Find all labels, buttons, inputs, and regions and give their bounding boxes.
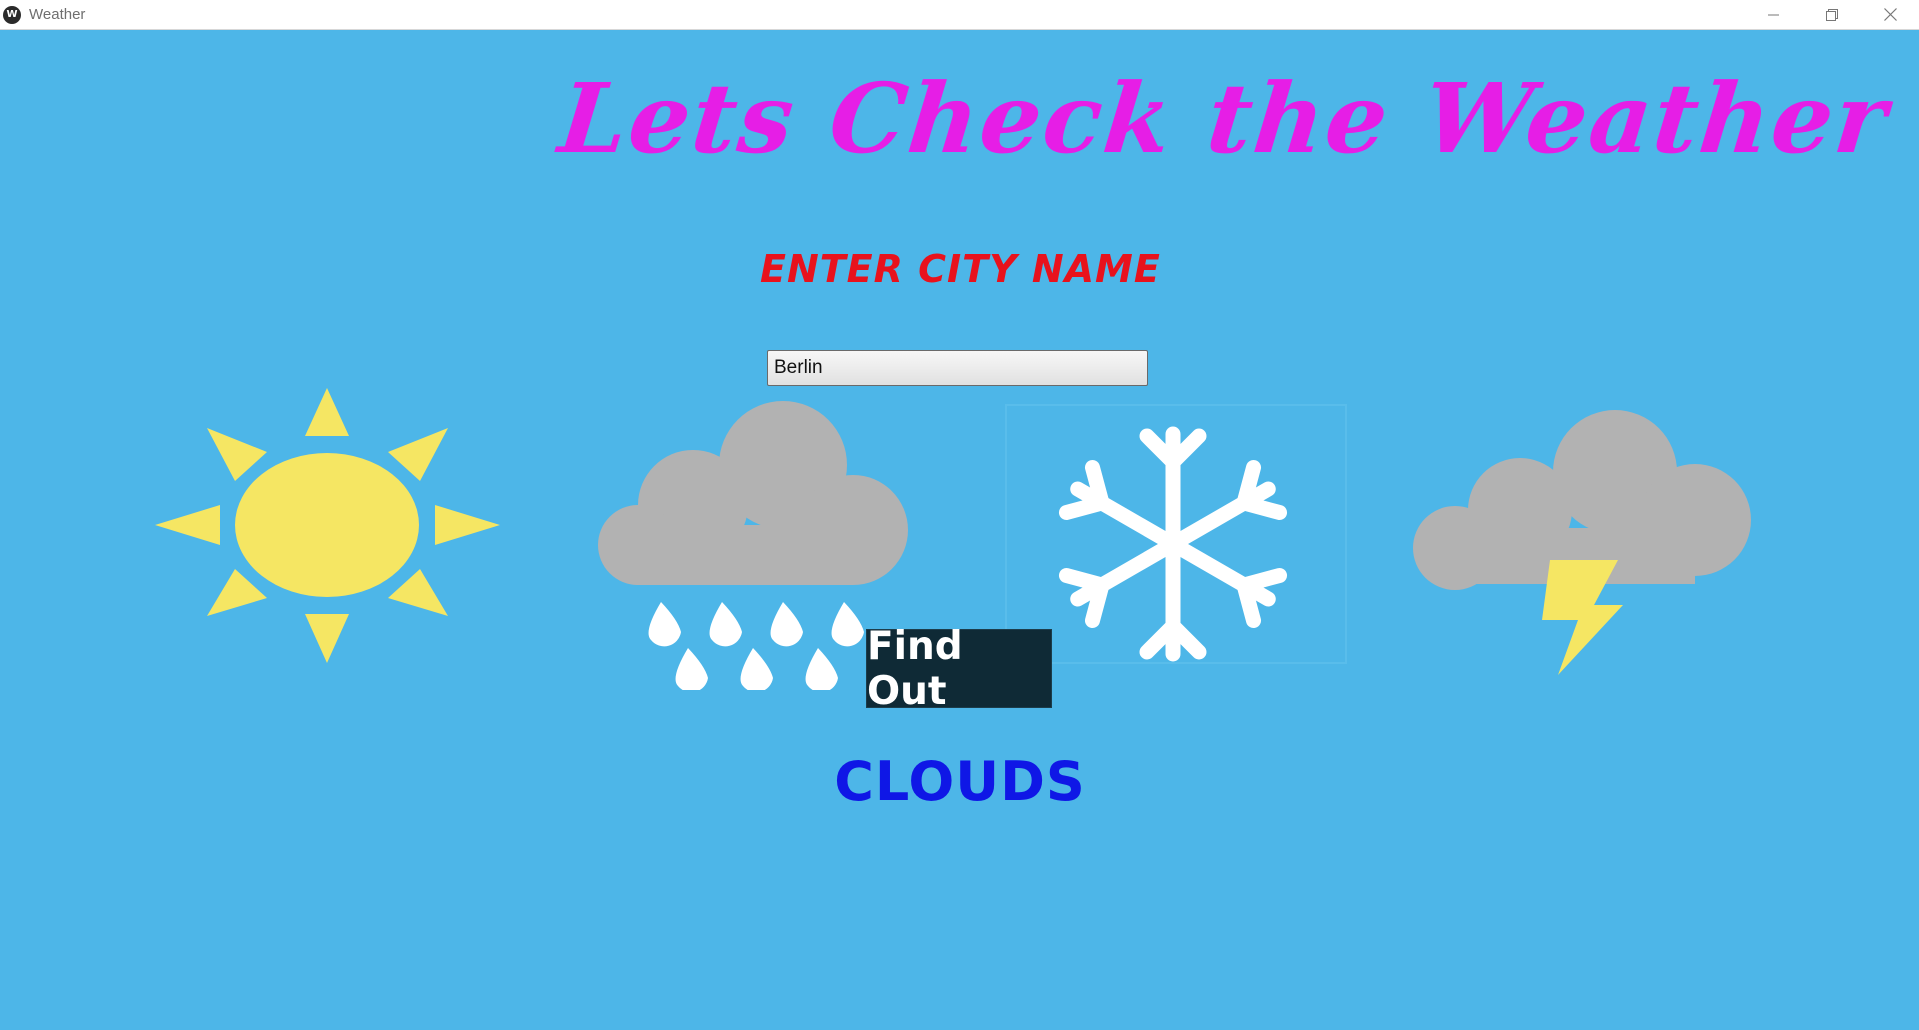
- sun-icon: [155, 388, 500, 663]
- minimize-icon: [1768, 14, 1779, 15]
- thunderstorm-icon: [1413, 410, 1751, 675]
- minimize-button[interactable]: [1745, 0, 1803, 29]
- app-icon: W: [3, 5, 21, 24]
- title-bar: W Weather: [0, 0, 1919, 30]
- weather-result: CLOUDS: [834, 750, 1086, 813]
- app-content: Lets Check the Weather ENTER CITY NAME B…: [0, 30, 1919, 1030]
- rain-cloud-icon: [598, 401, 908, 690]
- close-button[interactable]: [1861, 0, 1919, 29]
- page-title: Lets Check the Weather: [554, 62, 1894, 175]
- window-title: Weather: [29, 6, 86, 23]
- window-controls: [1745, 0, 1919, 29]
- city-prompt-label: ENTER CITY NAME: [760, 247, 1161, 291]
- restore-icon: [1826, 8, 1838, 21]
- restore-button[interactable]: [1803, 0, 1861, 29]
- find-out-button[interactable]: Find Out: [866, 624, 1052, 714]
- snowflake-icon: [1005, 404, 1347, 664]
- close-icon: [1883, 8, 1897, 21]
